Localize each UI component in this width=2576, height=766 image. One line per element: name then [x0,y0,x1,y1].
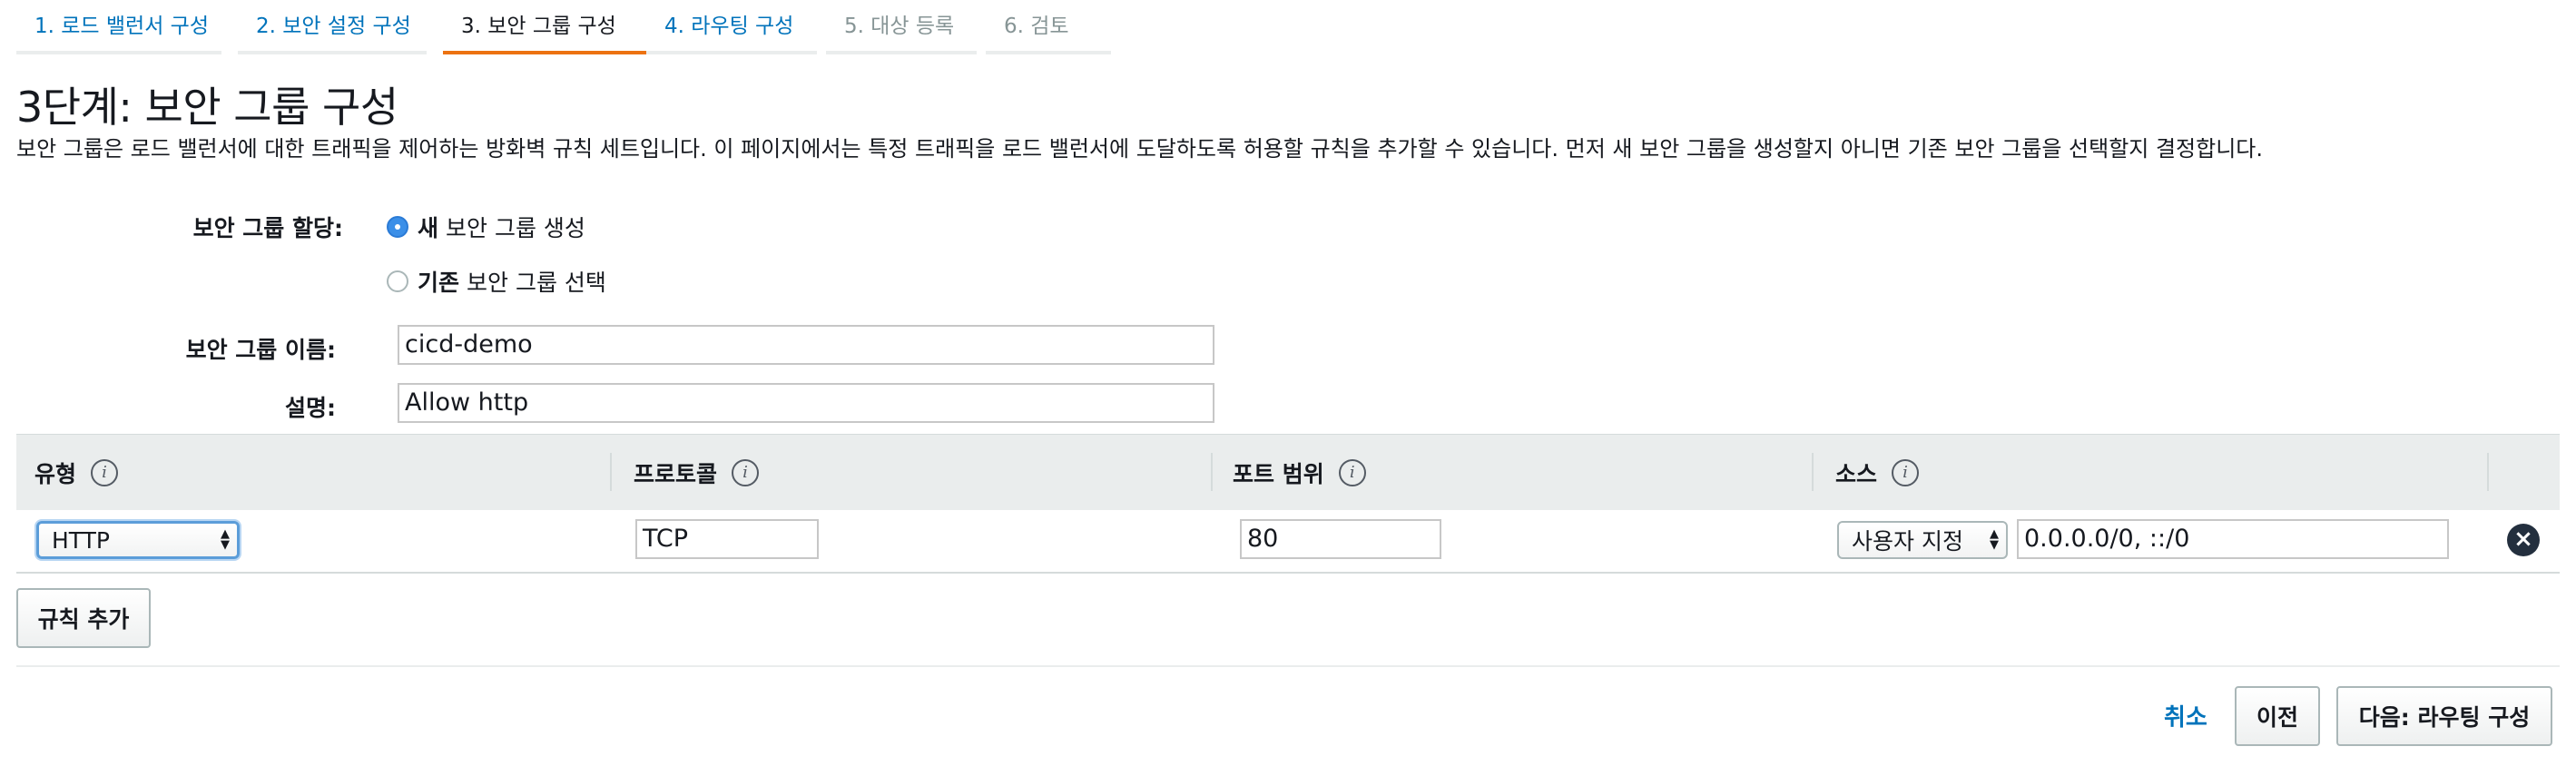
column-type-label: 유형 [34,460,77,487]
next-routing-button[interactable]: 다음: 라우팅 구성 [2336,686,2552,746]
column-protocol: 프로토콜 i [634,435,760,510]
previous-button[interactable]: 이전 [2235,686,2320,746]
protocol-input: TCP [635,519,819,559]
tab-step-6: 6. 검토 [986,0,1111,54]
close-circle-icon[interactable]: × [2507,524,2540,556]
info-icon[interactable]: i [1892,458,1920,486]
rule-type-value: HTTP [52,526,110,554]
column-divider [1812,453,1814,491]
source-mode-select[interactable]: 사용자 지정 ▲ ▼ [1837,521,2008,559]
divider [16,665,2560,667]
tab-step-3[interactable]: 3. 보안 그룹 구성 [443,0,646,54]
table-row: HTTP ▲ ▼ TCP 80 사용자 지정 ▲ ▼ 0.0.0.0/0, ::/0… [16,510,2560,574]
rule-type-select[interactable]: HTTP ▲ ▼ [36,521,240,559]
description-input[interactable]: Allow http [398,383,1214,423]
radio-existing-group[interactable]: 기존 보안 그룹 선택 [387,265,606,298]
assign-label: 보안 그룹 할당: [192,215,343,241]
tab-step-4[interactable]: 4. 라우팅 구성 [646,0,817,54]
column-divider [610,453,612,491]
source-cidr-input[interactable]: 0.0.0.0/0, ::/0 [2017,519,2449,559]
radio-unchecked-icon[interactable] [387,270,408,292]
description-label: 설명: [285,395,336,421]
name-label: 보안 그룹 이름: [185,337,336,363]
security-group-name-input[interactable]: cicd-demo [398,325,1214,365]
column-port-range: 포트 범위 i [1233,435,1366,510]
option-new-bold: 새 [418,215,439,241]
column-divider [1211,453,1213,491]
column-source-label: 소스 [1835,460,1878,487]
option-existing-text: 보안 그룹 선택 [467,270,606,296]
info-icon[interactable]: i [1338,458,1366,486]
port-range-input[interactable]: 80 [1240,519,1441,559]
radio-new-group[interactable]: 새 보안 그룹 생성 [387,211,585,243]
page-title: 3단계: 보안 그룹 구성 [16,83,398,132]
option-existing-bold: 기존 [418,270,460,296]
tab-step-1[interactable]: 1. 로드 밸런서 구성 [16,0,221,54]
cancel-link[interactable]: 취소 [2164,699,2207,732]
column-divider [2487,453,2489,491]
column-source: 소스 i [1835,435,1920,510]
tab-step-2[interactable]: 2. 보안 설정 구성 [238,0,427,54]
option-new-text: 보안 그룹 생성 [446,215,585,241]
column-protocol-label: 프로토콜 [634,460,718,487]
column-port-label: 포트 범위 [1233,460,1324,487]
radio-checked-icon[interactable] [387,216,408,238]
updown-arrows-icon: ▲ ▼ [221,527,230,552]
updown-arrows-icon: ▲ ▼ [1990,527,1999,552]
add-rule-button[interactable]: 규칙 추가 [16,588,151,648]
column-type: 유형 i [34,435,119,510]
info-icon[interactable]: i [732,458,760,486]
tab-step-5: 5. 대상 등록 [826,0,977,54]
info-icon[interactable]: i [91,458,119,486]
rules-table-header: 유형 i 프로토콜 i 포트 범위 i 소스 i [16,434,2560,511]
page-description: 보안 그룹은 로드 밸런서에 대한 트래픽을 제어하는 방화벽 규칙 세트입니다… [16,136,2264,162]
source-mode-value: 사용자 지정 [1852,528,1963,555]
